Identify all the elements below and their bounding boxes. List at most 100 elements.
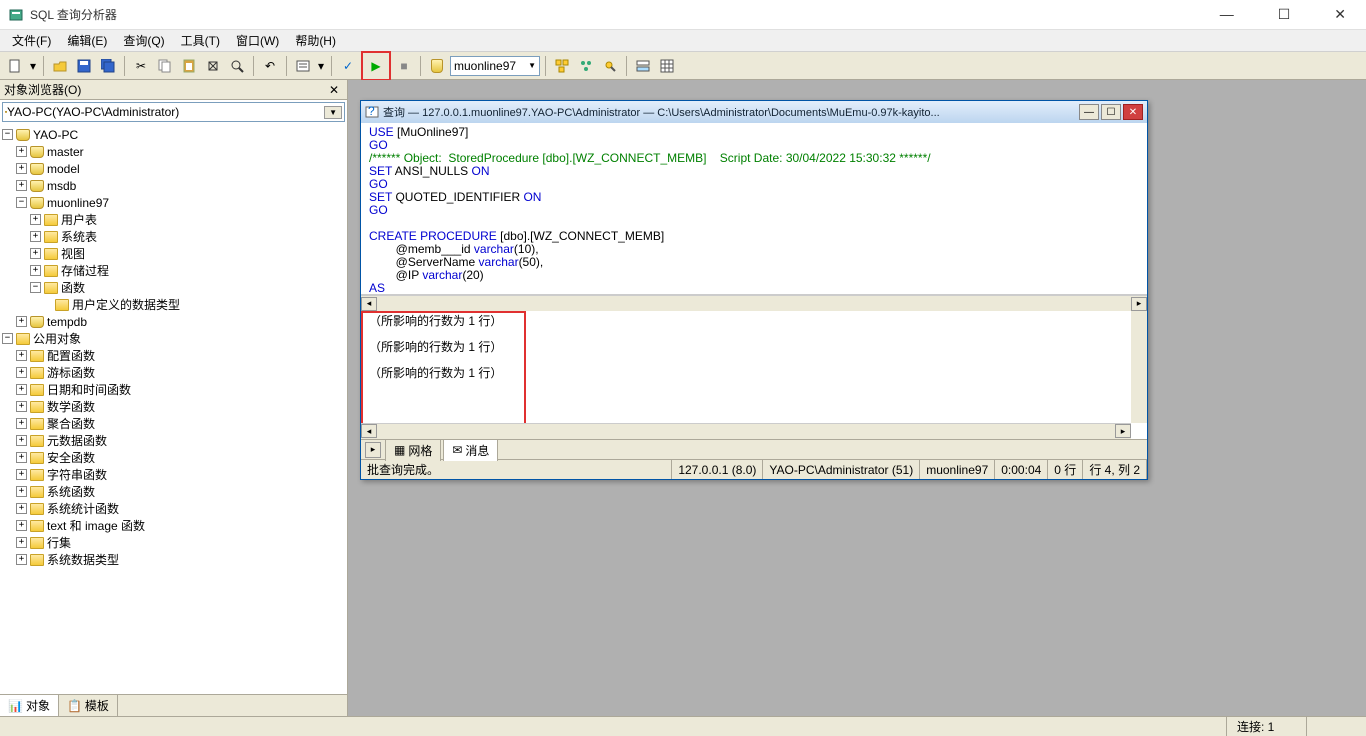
expander-icon[interactable]: − bbox=[30, 282, 41, 293]
tree-meta-funcs[interactable]: 元数据函数 bbox=[47, 432, 107, 449]
tree-procs[interactable]: 存储过程 bbox=[61, 262, 109, 279]
database-combo[interactable]: muonline97 ▼ bbox=[450, 56, 540, 76]
tree-math-funcs[interactable]: 数学函数 bbox=[47, 398, 95, 415]
tree-db-tempdb[interactable]: tempdb bbox=[47, 315, 87, 329]
tab-messages[interactable]: ✉消息 bbox=[443, 439, 498, 461]
expander-icon[interactable]: + bbox=[30, 231, 41, 242]
tree-funcs[interactable]: 函数 bbox=[61, 279, 85, 296]
tab-templates[interactable]: 📋模板 bbox=[59, 695, 118, 716]
panel-close-button[interactable]: ✕ bbox=[325, 83, 343, 97]
undo-button[interactable]: ↶ bbox=[259, 55, 281, 77]
close-button[interactable]: ✕ bbox=[1322, 2, 1358, 27]
tree-types[interactable]: 用户定义的数据类型 bbox=[72, 296, 180, 313]
menu-tools[interactable]: 工具(T) bbox=[173, 30, 228, 51]
tree-user-tables[interactable]: 用户表 bbox=[61, 211, 97, 228]
expander-icon[interactable]: + bbox=[16, 316, 27, 327]
menu-window[interactable]: 窗口(W) bbox=[228, 30, 287, 51]
tree-stats-funcs[interactable]: 系统统计函数 bbox=[47, 500, 119, 517]
server-combo[interactable]: YAO-PC(YAO-PC\Administrator) ▼ bbox=[2, 102, 345, 122]
object-search-button[interactable] bbox=[599, 55, 621, 77]
menu-query[interactable]: 查询(Q) bbox=[115, 30, 172, 51]
child-minimize-button[interactable]: — bbox=[1079, 104, 1099, 120]
tree-rowset[interactable]: 行集 bbox=[47, 534, 71, 551]
expander-icon[interactable]: + bbox=[16, 180, 27, 191]
tab-objects[interactable]: 📊对象 bbox=[0, 695, 59, 716]
minimize-button[interactable]: — bbox=[1208, 2, 1246, 27]
parse-button[interactable]: ✓ bbox=[337, 55, 359, 77]
tree-db-model[interactable]: model bbox=[47, 162, 80, 176]
menu-help[interactable]: 帮助(H) bbox=[287, 30, 344, 51]
tree-db-muonline[interactable]: muonline97 bbox=[47, 196, 109, 210]
mode-text-button[interactable] bbox=[292, 55, 314, 77]
cut-button[interactable]: ✂ bbox=[130, 55, 152, 77]
tree-textimg-funcs[interactable]: text 和 image 函数 bbox=[47, 517, 145, 534]
grid-button[interactable] bbox=[656, 55, 678, 77]
expander-icon[interactable]: + bbox=[16, 554, 27, 565]
clear-button[interactable] bbox=[202, 55, 224, 77]
tree-config-funcs[interactable]: 配置函数 bbox=[47, 347, 95, 364]
tree-security-funcs[interactable]: 安全函数 bbox=[47, 449, 95, 466]
expander-icon[interactable]: + bbox=[16, 537, 27, 548]
results-pane[interactable]: （所影响的行数为 1 行） （所影响的行数为 1 行） （所影响的行数为 1 行… bbox=[361, 311, 1147, 439]
tree-db-msdb[interactable]: msdb bbox=[47, 179, 76, 193]
sql-content[interactable]: USE [MuOnline97] GO /****** Object: Stor… bbox=[361, 123, 1147, 295]
show-plan-button[interactable] bbox=[551, 55, 573, 77]
save-all-button[interactable] bbox=[97, 55, 119, 77]
copy-button[interactable] bbox=[154, 55, 176, 77]
dropdown-arrow-icon[interactable]: ▾ bbox=[316, 55, 326, 77]
dropdown-arrow-icon[interactable]: ▾ bbox=[28, 55, 38, 77]
expander-icon[interactable]: + bbox=[30, 248, 41, 259]
results-hscroll[interactable]: ◂ ▸ bbox=[361, 423, 1131, 439]
object-tree[interactable]: −YAO-PC +master +model +msdb −muonline97… bbox=[0, 124, 347, 694]
tree-system-funcs[interactable]: 系统函数 bbox=[47, 483, 95, 500]
query-window-title-bar[interactable]: ? 查询 — 127.0.0.1.muonline97.YAO-PC\Admin… bbox=[361, 101, 1147, 123]
expander-icon[interactable]: + bbox=[16, 401, 27, 412]
tree-views[interactable]: 视图 bbox=[61, 245, 85, 262]
tree-server[interactable]: YAO-PC bbox=[33, 128, 78, 142]
paste-button[interactable] bbox=[178, 55, 200, 77]
expander-icon[interactable]: + bbox=[16, 469, 27, 480]
scroll-right-icon[interactable]: ▸ bbox=[1115, 424, 1131, 438]
menu-edit[interactable]: 编辑(E) bbox=[59, 30, 115, 51]
expander-icon[interactable]: + bbox=[16, 486, 27, 497]
scroll-right-icon[interactable]: ▸ bbox=[1131, 297, 1147, 311]
stop-button[interactable]: ■ bbox=[393, 55, 415, 77]
execute-button[interactable]: ▶ bbox=[365, 55, 387, 77]
open-button[interactable] bbox=[49, 55, 71, 77]
expander-icon[interactable]: + bbox=[30, 265, 41, 276]
menu-file[interactable]: 文件(F) bbox=[4, 30, 59, 51]
maximize-button[interactable]: ☐ bbox=[1266, 2, 1303, 27]
save-button[interactable] bbox=[73, 55, 95, 77]
expander-icon[interactable]: − bbox=[2, 129, 13, 140]
tab-scroll-icon[interactable]: ▸ bbox=[365, 442, 381, 458]
expander-icon[interactable]: − bbox=[16, 197, 27, 208]
tree-datetime-funcs[interactable]: 日期和时间函数 bbox=[47, 381, 131, 398]
sql-editor[interactable]: USE [MuOnline97] GO /****** Object: Stor… bbox=[361, 123, 1147, 295]
editor-hscroll[interactable]: ◂ ▸ bbox=[361, 295, 1147, 311]
expander-icon[interactable]: + bbox=[16, 503, 27, 514]
scroll-left-icon[interactable]: ◂ bbox=[361, 424, 377, 438]
expander-icon[interactable]: + bbox=[16, 163, 27, 174]
tree-common[interactable]: 公用对象 bbox=[33, 330, 81, 347]
expander-icon[interactable]: − bbox=[2, 333, 13, 344]
results-vscroll[interactable] bbox=[1131, 311, 1147, 423]
expander-icon[interactable]: + bbox=[16, 367, 27, 378]
tree-sys-tables[interactable]: 系统表 bbox=[61, 228, 97, 245]
tree-sysdt[interactable]: 系统数据类型 bbox=[47, 551, 119, 568]
tree-string-funcs[interactable]: 字符串函数 bbox=[47, 466, 107, 483]
tab-grid[interactable]: ▦网格 bbox=[385, 439, 441, 461]
expander-icon[interactable]: + bbox=[16, 146, 27, 157]
expander-icon[interactable]: + bbox=[30, 214, 41, 225]
child-maximize-button[interactable]: ☐ bbox=[1101, 104, 1121, 120]
new-query-button[interactable] bbox=[4, 55, 26, 77]
expander-icon[interactable]: + bbox=[16, 350, 27, 361]
expander-icon[interactable]: + bbox=[16, 452, 27, 463]
expander-icon[interactable]: + bbox=[16, 520, 27, 531]
tree-aggregate-funcs[interactable]: 聚合函数 bbox=[47, 415, 95, 432]
results-pane-button[interactable] bbox=[632, 55, 654, 77]
expander-icon[interactable]: + bbox=[16, 418, 27, 429]
tree-cursor-funcs[interactable]: 游标函数 bbox=[47, 364, 95, 381]
expander-icon[interactable]: + bbox=[16, 435, 27, 446]
expander-icon[interactable]: + bbox=[16, 384, 27, 395]
find-button[interactable] bbox=[226, 55, 248, 77]
